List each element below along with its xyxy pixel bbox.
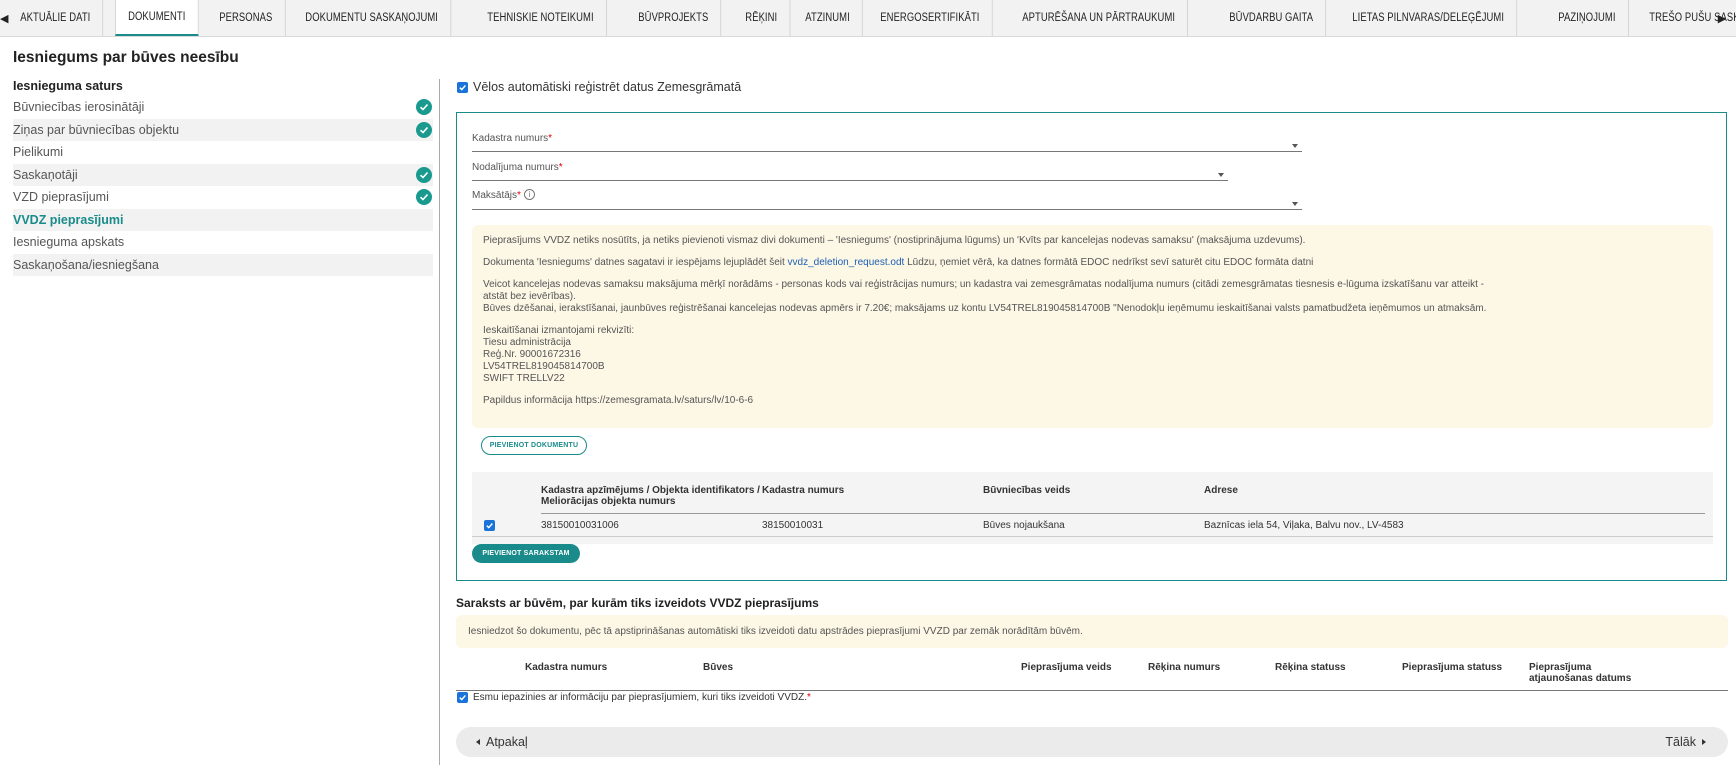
cell-address: Baznīcas iela 54, Viļaka, Balvu nov., LV… — [1204, 520, 1404, 531]
column-header-identifier: Kadastra apzīmējums / Objekta identifika… — [541, 485, 760, 507]
info-icon[interactable]: i — [523, 189, 535, 200]
completed-check-icon — [416, 189, 432, 206]
chevron-down-icon — [1292, 144, 1298, 148]
nav-item-pielikumi[interactable]: Pielikumi — [13, 141, 433, 164]
buildings-info-note: Iesniedzot šo dokumentu, pēc tā apstipri… — [456, 615, 1728, 648]
note-paragraph: Veicot kancelejas nodevas samaksu maksāj… — [483, 279, 1487, 314]
vvdz-info-note: Pieprasījums VVDZ netiks nosūtīts, ja ne… — [472, 225, 1713, 428]
column-header-invoice-number: Rēķina numurs — [1148, 662, 1221, 673]
tab-buvprojekts[interactable]: BŪVPROJEKTS — [626, 0, 722, 36]
row-select-checkbox[interactable] — [484, 520, 495, 531]
add-to-list-button[interactable]: PIEVIENOT SARAKSTAM — [472, 544, 580, 563]
add-document-button[interactable]: PIEVIENOT DOKUMENTU — [481, 436, 587, 455]
cell-construction-type: Būves nojaukšana — [983, 520, 1065, 531]
nav-item-iesnieguma-apskats[interactable]: Iesnieguma apskats — [13, 231, 433, 254]
nav-item-label: Saskaņošana/iesniegšana — [13, 257, 159, 272]
chevron-right-icon — [1702, 739, 1706, 745]
auto-register-option: Vēlos automātiski reģistrēt datus Zemesg… — [457, 80, 741, 94]
division-number-label: Nodalījuma numurs* — [472, 162, 563, 173]
tabs: AKTUĀLIE DATI DOKUMENTI PERSONAS DOKUMEN… — [8, 0, 1736, 36]
nav-item-zinas-par-objektu[interactable]: Ziņas par būvniecības objektu — [13, 118, 433, 141]
tab-apturesana[interactable]: APTURĒŠANA UN PĀRTRAUKUMI — [1010, 0, 1188, 36]
nav-item-saskanosana-iesniegsana[interactable]: Saskaņošana/iesniegšana — [13, 253, 433, 276]
nav-item-label: VZD pieprasījumi — [13, 190, 109, 205]
tab-energosertifikati[interactable]: ENERGOSERTIFIKĀTI — [868, 0, 993, 36]
column-header-invoice-status: Rēķina statuss — [1275, 662, 1346, 673]
column-header-address: Adrese — [1204, 485, 1238, 496]
column-header-updated-date: Pieprasījuma atjaunošanas datums — [1529, 662, 1632, 684]
nav-item-saskanotaji[interactable]: Saskaņotāji — [13, 163, 433, 186]
cadastre-number-select[interactable]: Kadastra numurs* — [472, 130, 1302, 152]
tab-dokumenti[interactable]: DOKUMENTI — [114, 0, 199, 36]
acknowledgement-checkbox[interactable] — [457, 692, 468, 703]
nav-item-vzd-pieprasijumi[interactable]: VZD pieprasījumi — [13, 186, 433, 209]
nav-item-label: Pielikumi — [13, 145, 64, 160]
tab-dokumentu-saskanojumi[interactable]: DOKUMENTU SASKAŅOJUMI — [293, 0, 451, 36]
column-header-construction-type: Būvniecības veids — [983, 485, 1071, 496]
column-header-cadastre-number: Kadastra numurs — [525, 662, 608, 673]
left-nav-heading: Iesnieguma saturs — [13, 79, 123, 93]
cell-identifier: 38150010031006 — [541, 520, 619, 531]
back-button[interactable]: Atpakaļ — [476, 735, 528, 749]
completed-check-icon — [416, 99, 432, 116]
tab-tehniskie-noteikumi[interactable]: TEHNISKIE NOTEIKUMI — [475, 0, 608, 36]
note-paragraph: Dokumenta 'Iesniegums' datnes sagatavi i… — [483, 257, 1314, 268]
chevron-down-icon — [1218, 173, 1224, 177]
completed-check-icon — [416, 121, 432, 138]
next-button[interactable]: Tālāk — [1665, 735, 1706, 749]
column-header-request-type: Pieprasījuma veids — [1021, 662, 1112, 673]
tab-scroll-right-icon[interactable]: ▶ — [1708, 0, 1736, 36]
tab-atzinumi[interactable]: ATZINUMI — [793, 0, 863, 36]
vertical-divider — [439, 79, 440, 765]
next-button-label: Tālāk — [1665, 735, 1696, 749]
division-number-select[interactable]: Nodalījuma numurs* — [472, 159, 1228, 181]
column-header-buildings: Būves — [703, 662, 734, 673]
tab-rekini[interactable]: RĒĶINI — [733, 0, 790, 36]
table-header-divider — [541, 513, 1705, 514]
objects-table: Kadastra apzīmējums / Objekta identifika… — [472, 472, 1713, 544]
cadastre-number-label: Kadastra numurs* — [472, 133, 553, 144]
tab-personas[interactable]: PERSONAS — [207, 0, 286, 36]
note-paragraph: Pieprasījums VVDZ netiks nosūtīts, ja ne… — [483, 235, 1306, 246]
payer-select[interactable]: Maksātājs* i — [472, 187, 1302, 210]
wizard-footer: Atpakaļ Tālāk — [456, 727, 1728, 757]
template-download-link[interactable]: vvdz_deletion_request.odt — [788, 257, 905, 268]
nav-item-label: Ziņas par būvniecības objektu — [13, 122, 180, 137]
chevron-left-icon — [476, 739, 480, 745]
nav-item-label: Saskaņotāji — [13, 167, 78, 182]
column-header-cadastre-number: Kadastra numurs — [762, 485, 845, 496]
tab-pazinojumi[interactable]: PAZIŅOJUMI — [1546, 0, 1629, 36]
auto-register-label: Vēlos automātiski reģistrēt datus Zemesg… — [473, 80, 742, 94]
acknowledgement-option: Esmu iepazinies ar informāciju par piepr… — [457, 692, 811, 703]
note-paragraph: Ieskaitīšanai izmantojami rekvizīti: Ties… — [483, 325, 635, 384]
tab-aktualie-dati[interactable]: AKTUĀLIE DATI — [8, 0, 104, 36]
payer-label: Maksātājs* i — [472, 189, 535, 201]
completed-check-icon — [416, 166, 432, 183]
buildings-section-title: Saraksts ar būvēm, par kurām tiks izveid… — [456, 596, 819, 610]
page-title: Iesniegums par būves neesību — [13, 49, 239, 66]
vvdz-request-panel: Kadastra numurs* Nodalījuma numurs* Maks… — [456, 112, 1727, 581]
nav-item-label: Būvniecības ierosinātāji — [13, 100, 145, 115]
acknowledgement-label: Esmu iepazinies ar informāciju par piepr… — [473, 692, 811, 703]
chevron-down-icon — [1292, 202, 1298, 206]
tab-lietas-pilnvaras[interactable]: LIETAS PILNVARAS/DELEĢĒJUMI — [1340, 0, 1518, 36]
tab-buvdarbu-gaita[interactable]: BŪVDARBU GAITA — [1217, 0, 1327, 36]
note-paragraph: Papildus informācija https://zemesgramat… — [483, 395, 754, 406]
tab-bar: ◀ AKTUĀLIE DATI DOKUMENTI PERSONAS DOKUM… — [0, 0, 1736, 37]
table-row-divider — [472, 536, 1713, 537]
buildings-table: Kadastra numurs Būves Pieprasījuma veids… — [456, 658, 1728, 691]
nav-item-label: Iesnieguma apskats — [13, 235, 125, 250]
nav-item-vvdz-pieprasijumi[interactable]: VVDZ pieprasījumi — [13, 208, 433, 231]
back-button-label: Atpakaļ — [486, 735, 528, 749]
column-header-request-status: Pieprasījuma statuss — [1402, 662, 1503, 673]
auto-register-checkbox[interactable] — [457, 81, 468, 93]
left-nav: Iesnieguma saturs Būvniecības ierosinātā… — [13, 79, 433, 276]
nav-item-label: VVDZ pieprasījumi — [13, 212, 124, 227]
nav-item-buvniecibas-ierosinataji[interactable]: Būvniecības ierosinātāji — [13, 96, 433, 119]
cell-cadastre-number: 38150010031 — [762, 520, 824, 531]
